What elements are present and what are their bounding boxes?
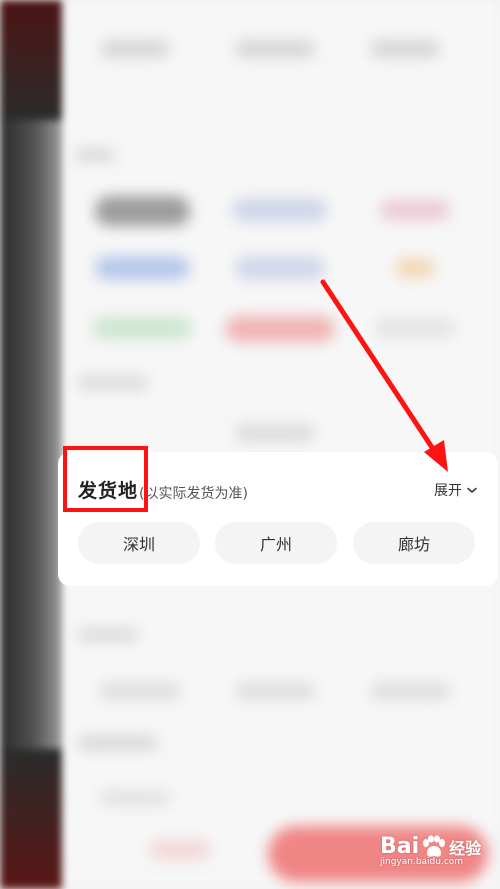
paw-icon	[423, 834, 446, 857]
watermark-brand-left: Bai	[380, 834, 420, 859]
red-arrow-annotation	[320, 279, 448, 472]
baidu-jingyan-watermark: Bai 经验 jingyan.baidu.com	[380, 834, 481, 867]
watermark-url: jingyan.baidu.com	[380, 857, 464, 867]
watermark-brand-right: 经验	[449, 838, 482, 858]
